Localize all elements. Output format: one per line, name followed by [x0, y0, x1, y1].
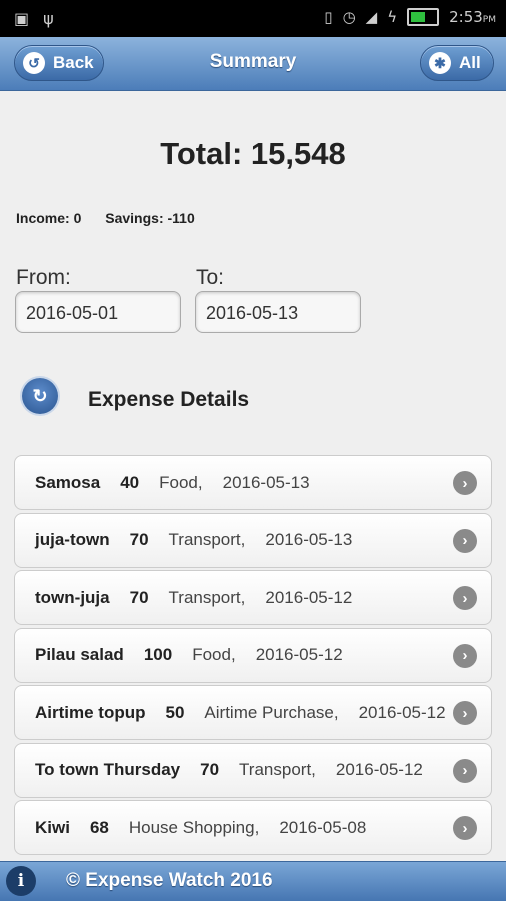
expense-category: Airtime Purchase, — [204, 702, 339, 722]
to-label: To: — [196, 266, 225, 289]
expense-amount: 40 — [120, 472, 140, 492]
chevron-right-icon: › — [453, 701, 477, 725]
expense-name: Samosa — [35, 472, 101, 492]
expense-name: Airtime topup — [35, 702, 146, 722]
expense-date: 2016-05-08 — [279, 817, 367, 837]
section-title: Expense Details — [88, 388, 250, 411]
refresh-button[interactable]: ↻ — [22, 378, 58, 414]
expense-amount: 70 — [129, 587, 149, 607]
expense-category: Transport, — [239, 760, 316, 779]
income-savings-line: Income: 0 Savings: -110 — [16, 210, 215, 226]
header-bar: ↺ Back Summary ✱ All — [0, 37, 506, 91]
chevron-right-icon: › — [453, 586, 477, 610]
expense-date: 2016-05-12 — [335, 760, 423, 779]
expense-category: Food, — [192, 645, 236, 664]
notification-icons: ▣ψ — [14, 9, 68, 28]
gear-icon: ✱ — [429, 52, 451, 74]
chevron-right-icon: › — [453, 643, 477, 668]
expense-amount: 70 — [129, 530, 149, 549]
expense-category: Food, — [159, 472, 203, 492]
from-label: From: — [16, 266, 71, 289]
system-tray: ▯ ◷ ◢ ϟ 2:53PM — [324, 8, 496, 26]
list-item[interactable]: To town Thursday 70 Transport, 2016-05-1… — [14, 742, 492, 798]
expense-list: Samosa 40 Food, 2016-05-13 › juja-town 7… — [14, 455, 492, 858]
clock-time: 2:53 — [449, 8, 483, 26]
chevron-right-icon: › — [453, 758, 477, 783]
expense-amount: 68 — [89, 817, 109, 837]
alarm-icon: ◷ — [342, 8, 356, 26]
all-button[interactable]: ✱ All — [420, 45, 494, 81]
income-text: Income: 0 — [16, 210, 82, 226]
expense-category: Transport, — [168, 587, 246, 607]
refresh-icon: ↻ — [32, 385, 48, 406]
list-item[interactable]: town-juja 70 Transport, 2016-05-12 › — [14, 570, 492, 625]
all-button-label: All — [459, 53, 481, 72]
expense-name: juja-town — [35, 530, 110, 549]
expense-date: 2016-05-12 — [255, 645, 343, 664]
footer-text: © Expense Watch 2016 — [66, 870, 273, 891]
from-date-field[interactable]: 2016-05-01 — [15, 291, 181, 333]
list-item[interactable]: juja-town 70 Transport, 2016-05-13 › — [14, 512, 492, 568]
chevron-right-icon: › — [453, 528, 477, 553]
expense-category: House Shopping, — [128, 817, 260, 837]
expense-amount: 100 — [143, 645, 173, 664]
total-amount: Total: 15,548 — [160, 136, 346, 171]
chevron-right-icon: › — [453, 471, 477, 495]
footer-bar: i © Expense Watch 2016 — [0, 861, 506, 901]
info-button[interactable]: i — [6, 866, 36, 896]
expense-name: To town Thursday — [35, 760, 181, 779]
expense-date: 2016-05-12 — [265, 587, 353, 607]
expense-date: 2016-05-13 — [222, 472, 310, 492]
clock: 2:53PM — [449, 8, 496, 26]
signal-icon: ◢ — [365, 8, 378, 26]
list-item[interactable]: Kiwi 68 House Shopping, 2016-05-08 › — [14, 800, 492, 855]
expense-category: Transport, — [168, 530, 246, 549]
info-icon: i — [17, 871, 25, 891]
status-bar: ▣ψ ▯ ◷ ◢ ϟ 2:53PM — [0, 0, 506, 37]
expense-amount: 50 — [165, 702, 185, 722]
to-date-field[interactable]: 2016-05-13 — [195, 291, 361, 333]
expense-name: Kiwi — [35, 817, 70, 837]
savings-text: Savings: -110 — [105, 210, 195, 226]
list-item[interactable]: Samosa 40 Food, 2016-05-13 › — [14, 455, 492, 510]
expense-name: Pilau salad — [35, 645, 124, 664]
vibrate-icon: ▯ — [324, 8, 333, 26]
charging-icon: ϟ — [387, 8, 398, 26]
expense-amount: 70 — [200, 760, 220, 779]
chevron-right-icon: › — [453, 816, 477, 840]
list-item[interactable]: Pilau salad 100 Food, 2016-05-12 › — [14, 627, 492, 683]
expense-date: 2016-05-12 — [358, 702, 446, 722]
clock-ampm: PM — [482, 15, 496, 25]
list-item[interactable]: Airtime topup 50 Airtime Purchase, 2016-… — [14, 685, 492, 740]
expense-date: 2016-05-13 — [265, 530, 353, 549]
expense-name: town-juja — [35, 587, 110, 607]
battery-icon — [407, 8, 440, 26]
